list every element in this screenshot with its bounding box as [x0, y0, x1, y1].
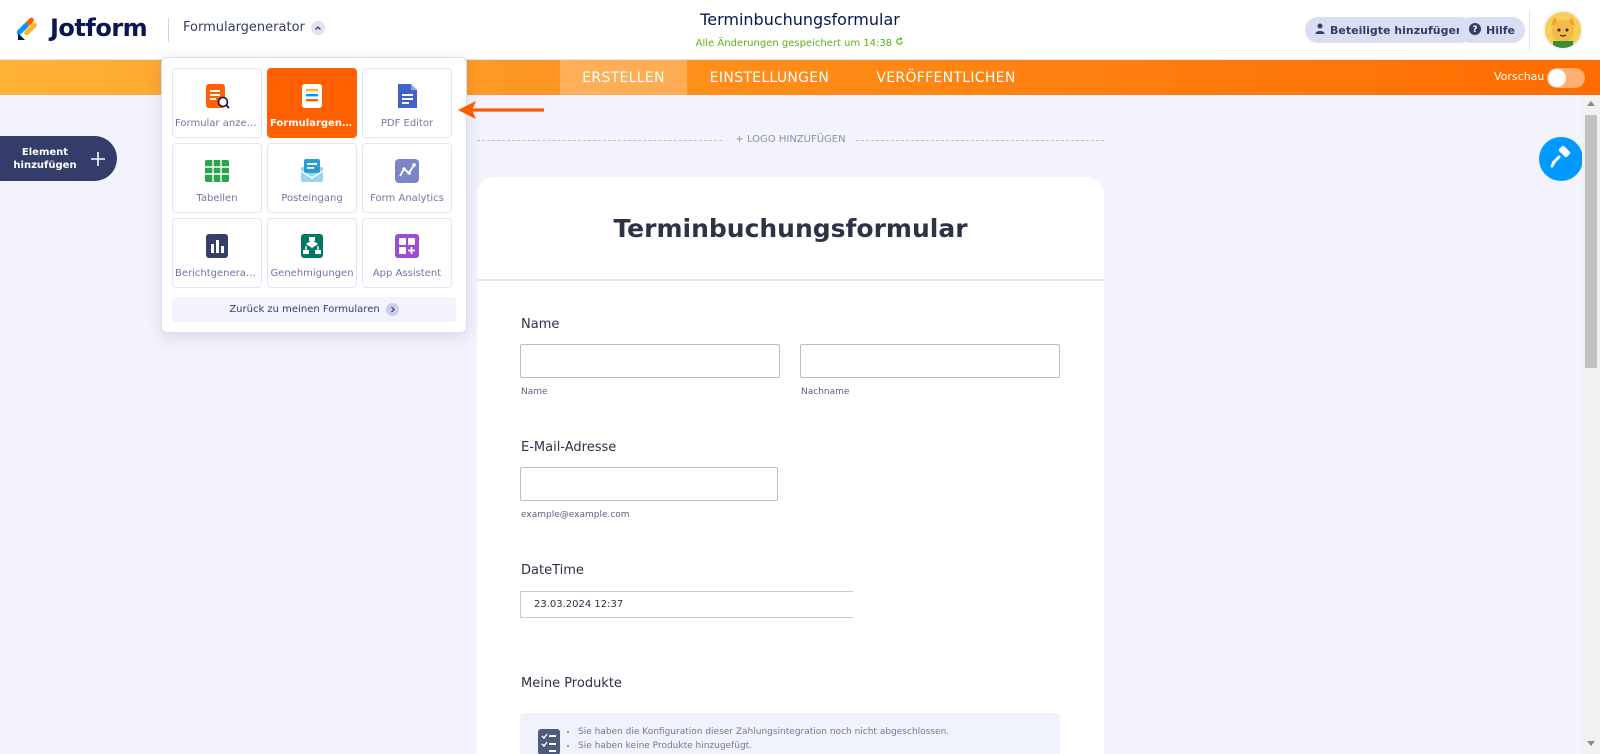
menu-item-approvals[interactable]: Genehmigungen [267, 218, 357, 288]
form-view-icon [203, 82, 231, 110]
email-sublabel: example@example.com [521, 510, 630, 520]
form-card: Terminbuchungsformular Name Name Nachnam… [477, 177, 1104, 754]
add-logo-label: + LOGO HINZUFÜGEN [735, 134, 846, 145]
inbox-icon [298, 157, 326, 185]
tables-icon [203, 157, 231, 185]
notice-item: Sie haben keine Produkte hinzugefügt. [578, 741, 949, 751]
menu-item-form-analytics[interactable]: Form Analytics [362, 143, 452, 213]
plus-icon [90, 145, 106, 173]
help-icon: ? [1469, 22, 1481, 38]
first-name-sublabel: Name [521, 387, 548, 397]
paint-roller-icon [1550, 145, 1572, 172]
checklist-icon [538, 729, 560, 754]
menu-item-form-view[interactable]: Formular anzeigen [172, 68, 262, 138]
svg-text:?: ? [1472, 25, 1477, 35]
approvals-icon [298, 232, 326, 260]
add-element-button[interactable]: Element hinzufügen [0, 136, 117, 181]
email-input[interactable] [520, 467, 778, 501]
add-participants-button[interactable]: Beteiligte hinzufügen [1305, 17, 1474, 43]
menu-item-inbox[interactable]: Posteingang [267, 143, 357, 213]
datetime-input[interactable]: 23.03.2024 12:37 [520, 591, 853, 618]
user-avatar[interactable] [1543, 10, 1583, 50]
user-icon [1315, 23, 1325, 37]
report-icon [203, 232, 231, 260]
app-builder-icon [393, 232, 421, 260]
preview-label: Vorschau [1494, 70, 1545, 83]
back-to-my-forms-link[interactable]: Zurück zu meinen Formularen [172, 297, 456, 322]
vertical-scrollbar[interactable] [1582, 95, 1600, 754]
help-button[interactable]: ? Hilfe [1459, 17, 1525, 43]
pdf-editor-icon [393, 82, 421, 110]
last-name-sublabel: Nachname [801, 387, 850, 397]
tab-erstellen[interactable]: ERSTELLEN [560, 60, 687, 95]
last-name-input[interactable] [800, 344, 1060, 378]
notice-item: Sie haben die Konfiguration dieser Zahlu… [578, 727, 949, 737]
form-title: Terminbuchungsformular [613, 213, 968, 243]
form-header[interactable]: Terminbuchungsformular [477, 177, 1104, 281]
menu-item-report-builder[interactable]: Berichtgenerator [172, 218, 262, 288]
app-switcher-menu: Formular anzeigen Formulargenerator PDF … [161, 57, 467, 333]
scrollbar-thumb[interactable] [1585, 115, 1597, 368]
form-builder-icon [298, 82, 326, 110]
divider [1529, 10, 1530, 50]
products-label: Meine Produkte [521, 676, 622, 691]
preview-toggle[interactable] [1547, 68, 1585, 88]
datetime-label: DateTime [521, 563, 584, 578]
scroll-up-icon[interactable] [1587, 101, 1595, 106]
products-notice: Sie haben die Konfiguration dieser Zahlu… [520, 713, 1060, 754]
arrow-pointer-icon [458, 101, 544, 119]
menu-item-tables[interactable]: Tabellen [172, 143, 262, 213]
menu-item-form-builder[interactable]: Formulargenerator [267, 68, 357, 138]
name-label: Name [521, 317, 560, 332]
menu-item-pdf-editor[interactable]: PDF Editor [362, 68, 452, 138]
tab-veroeffentlichen[interactable]: VERÖFFENTLICHEN [852, 60, 1040, 95]
avatar-cat-icon [1545, 12, 1581, 48]
refresh-icon [895, 37, 904, 49]
add-logo-area[interactable]: + LOGO HINZUFÜGEN [477, 134, 1104, 148]
email-label: E-Mail-Adresse [521, 440, 617, 455]
menu-item-app-builder[interactable]: App Assistent [362, 218, 452, 288]
chevron-right-icon [385, 303, 399, 316]
form-designer-button[interactable] [1539, 137, 1583, 181]
scroll-down-icon[interactable] [1587, 741, 1595, 746]
tab-einstellungen[interactable]: EINSTELLUNGEN [687, 60, 852, 95]
first-name-input[interactable] [520, 344, 780, 378]
top-bar: Jotform Formulargenerator Terminbuchungs… [0, 0, 1600, 60]
analytics-icon [393, 157, 421, 185]
